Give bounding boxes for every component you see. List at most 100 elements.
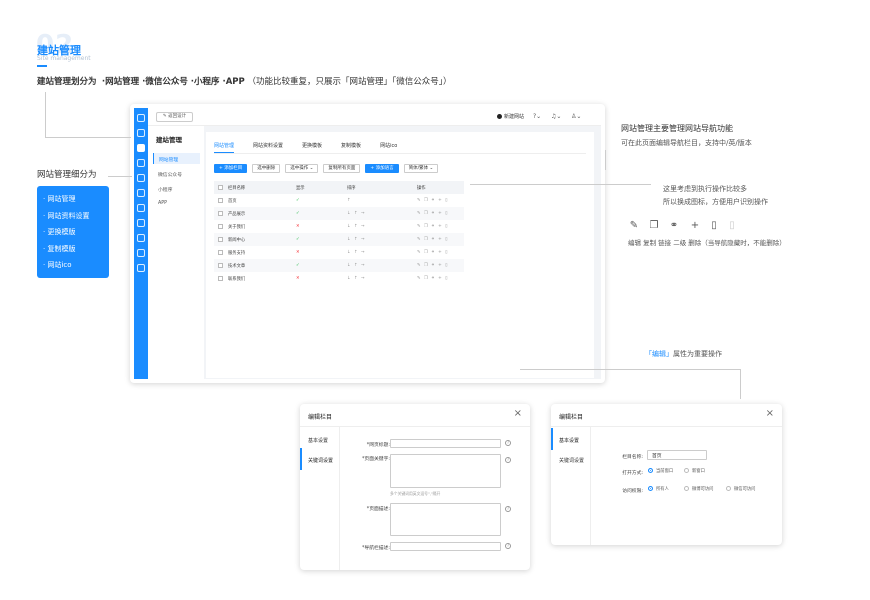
tab-site-management[interactable]: 网站管理 [214,142,235,153]
subdivision-title: 网站管理细分为 [37,170,97,180]
sub-nav-item-wechat[interactable]: 微信公众号 [153,168,200,179]
select-all-checkbox[interactable] [218,185,223,190]
leader-line [605,150,606,170]
chart-icon[interactable] [137,174,145,182]
page-description-textarea[interactable] [390,503,501,536]
open-current-window-radio[interactable]: 当前窗口 [648,468,673,474]
row-checkbox[interactable] [218,237,223,242]
column-name-input[interactable]: 首页 [647,450,707,460]
send-icon[interactable] [137,234,145,242]
grid-icon[interactable] [137,114,145,122]
site-icon[interactable] [137,144,145,152]
tab-basic-settings[interactable]: 基本设置 [300,428,339,450]
help-icon[interactable]: ? [505,457,511,463]
new-site-button[interactable]: 新建网站 [497,113,524,120]
sort-arrows[interactable]: ↓ ↑ → [347,250,366,255]
intro-items: ·网站管理 ·微信公众号 ·小程序 ·APP [101,77,245,87]
radio-icon [684,468,689,473]
help-icon[interactable]: ? [505,440,511,446]
sub-nav-item-site[interactable]: 网站管理 [153,153,200,164]
subdivision-item: · 网站资料设置 [43,211,90,220]
close-icon[interactable]: × [514,408,522,419]
home-icon[interactable] [137,129,145,137]
visible-check-icon[interactable]: ✓ [296,198,300,203]
user-menu-icon[interactable]: ♙⌄ [571,113,581,120]
tab-copy-template[interactable]: 复制模板 [341,142,361,152]
title-underline [37,65,47,67]
sort-arrows[interactable]: ↓ ↑ → [347,276,366,281]
monitor-icon[interactable] [137,249,145,257]
sub-nav-item-app[interactable]: APP [153,198,200,209]
sort-arrows[interactable]: ↓ ↑ → [347,224,366,229]
layers-icon[interactable] [137,159,145,167]
dialog-title: 编辑栏目 [559,414,584,421]
tab-bar: 网站管理 网站资料设置 更换模板 复制模板 网站ico [214,142,416,153]
row-operation-icons[interactable]: ✎ ❐ ⚭ + ▯ [417,263,448,268]
row-operation-icons[interactable]: ✎ ❐ ⚭ + ▯ [417,276,448,281]
row-checkbox[interactable] [218,198,223,203]
table-row: 技术文章 ✓ ↓ ↑ → ✎ ❐ ⚭ + ▯ [214,259,464,272]
table-row: 产品展示 ✓ ↓ ↑ → ✎ ❐ ⚭ + ▯ [214,207,464,220]
row-checkbox[interactable] [218,250,223,255]
settings-icon[interactable] [137,219,145,227]
row-operation-icons[interactable]: ✎ ❐ ⚭ + ▯ [417,198,448,203]
row-checkbox[interactable] [218,211,223,216]
language-dropdown[interactable]: 简体/繁体 ⌄ [403,164,439,173]
visible-check-icon[interactable]: ✓ [296,211,300,216]
nav-description-label: *导航栏描述: [362,546,390,551]
sub-nav-item-miniapp[interactable]: 小程序 [153,183,200,194]
page-keywords-textarea[interactable] [390,454,501,488]
tab-change-template[interactable]: 更换模板 [302,142,322,152]
help-icon[interactable]: ? [505,506,511,512]
sort-arrows[interactable]: ↑ [347,198,352,203]
row-checkbox[interactable] [218,224,223,229]
copy-icon: ❐ [649,220,659,231]
sort-arrows[interactable]: ↓ ↑ → [347,263,366,268]
add-column-button[interactable]: + 添加栏目 [214,164,248,173]
active-tab-indicator [300,448,302,470]
row-name: 联系我们 [228,277,246,282]
row-operation-icons[interactable]: ✎ ❐ ⚭ + ▯ [417,211,448,216]
nav-description-input[interactable] [390,542,501,551]
sort-arrows[interactable]: ↓ ↑ → [347,211,366,216]
row-checkbox[interactable] [218,263,223,268]
visible-check-icon[interactable]: ✓ [296,263,300,268]
header-actions: 操作 [417,186,426,191]
delete-selected-button[interactable]: 选中删除 [252,164,281,173]
bell-icon[interactable]: ♫⌄ [551,113,561,120]
dialog-tab-divider [590,426,591,545]
keywords-hint: 多个关键词用英文逗号","隔开 [390,491,441,496]
row-operation-icons[interactable]: ✎ ❐ ⚭ + ▯ [417,224,448,229]
tab-basic-settings[interactable]: 基本设置 [551,428,590,450]
add-language-button[interactable]: + 添加语言 [365,164,399,173]
sort-arrows[interactable]: ↓ ↑ → [347,237,366,242]
help-icon[interactable]: ? [505,543,511,549]
tab-keyword-settings[interactable]: 关键词设置 [551,448,590,470]
access-weibo-radio[interactable]: 微博可访问 [684,486,713,492]
tab-site-ico[interactable]: 网站ico [380,142,397,152]
tab-divider [214,153,586,154]
selected-actions-dropdown[interactable]: 选中操作 ⌄ [285,164,319,173]
hidden-cross-icon[interactable]: ✕ [296,224,300,229]
dialog-title: 编辑栏目 [308,414,333,421]
hidden-cross-icon[interactable]: ✕ [296,250,300,255]
copy-all-pages-button[interactable]: 复制所有页面 [323,164,361,173]
hidden-cross-icon[interactable]: ✕ [296,276,300,281]
close-icon[interactable]: × [766,408,774,419]
access-everyone-radio[interactable]: 所有人 [648,486,669,492]
user-icon[interactable] [137,189,145,197]
row-checkbox[interactable] [218,276,223,281]
open-new-window-radio[interactable]: 新窗口 [684,468,705,474]
help-icon[interactable]: ?⌄ [533,113,541,120]
access-wechat-radio[interactable]: 微信可访问 [726,486,755,492]
gear-icon[interactable] [137,264,145,272]
visible-check-icon[interactable]: ✓ [296,237,300,242]
tab-keyword-settings[interactable]: 关键词设置 [300,448,339,470]
tab-site-info[interactable]: 网站资料设置 [253,142,283,152]
page-title-input[interactable] [390,439,501,448]
edit-annotation: 「编辑」属性为重要操作 [645,349,722,359]
row-operation-icons[interactable]: ✎ ❐ ⚭ + ▯ [417,237,448,242]
row-operation-icons[interactable]: ✎ ❐ ⚭ + ▯ [417,250,448,255]
back-to-design-button[interactable]: ✎ 返回设计 [156,112,193,122]
doc-icon[interactable] [137,204,145,212]
